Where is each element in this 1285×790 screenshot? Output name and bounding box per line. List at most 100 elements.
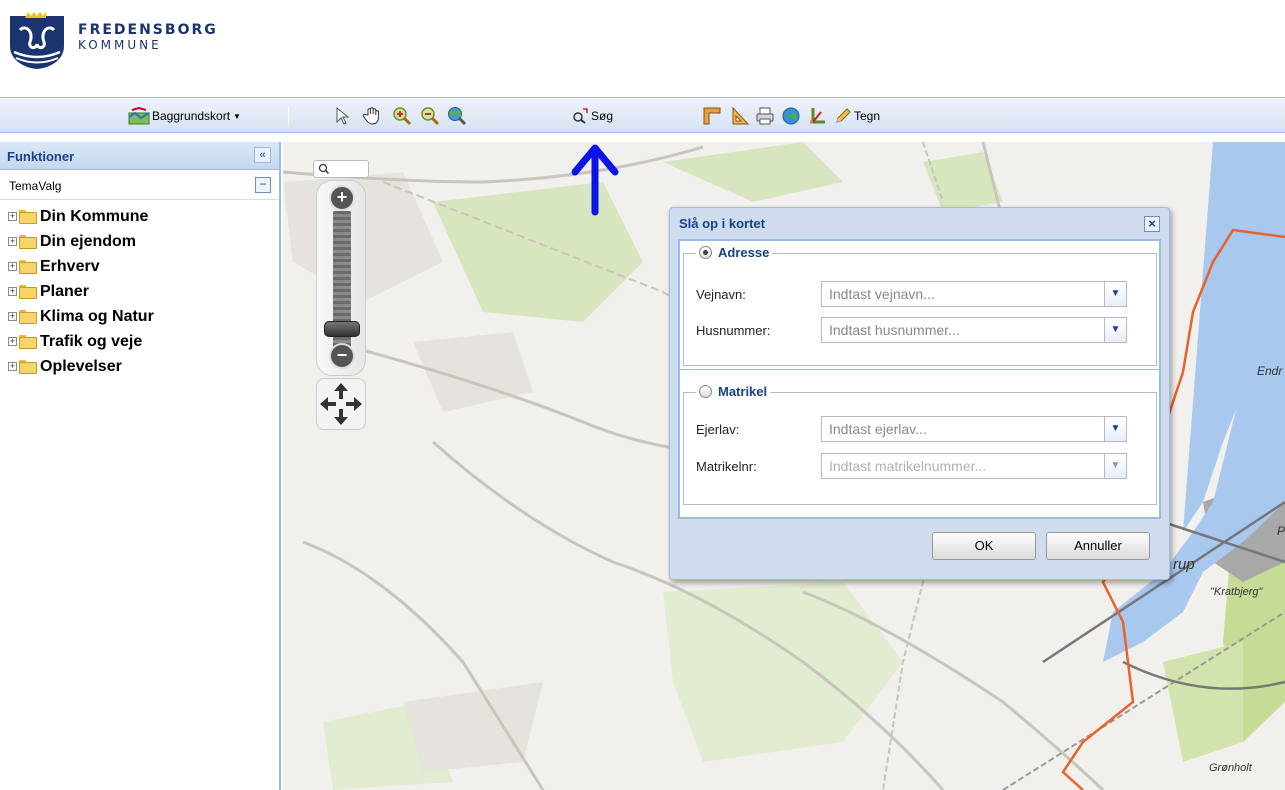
tree-item-label: Din Kommune (40, 207, 149, 225)
house-number-input[interactable]: Indtast husnummer... (822, 322, 1104, 338)
tree-item-din-ejendom[interactable]: + Din ejendom (8, 229, 279, 254)
map-label-kratbjerg: "Kratbjerg" (1210, 586, 1263, 598)
dialog-title: Slå op i kortet (679, 216, 765, 231)
dialog-body: Adresse Vejnavn: Indtast vejnavn... ▼ Hu… (678, 239, 1161, 519)
pan-control[interactable] (316, 378, 366, 430)
zoom-out-icon[interactable] (420, 106, 440, 126)
urban-area (413, 332, 533, 412)
collapse-panel-button[interactable]: « (254, 147, 271, 163)
address-radio[interactable] (699, 246, 712, 259)
expand-icon[interactable]: + (8, 287, 17, 296)
cadastre-legend[interactable]: Matrikel (696, 384, 771, 399)
tree-item-label: Klima og Natur (40, 307, 154, 325)
forest-area (663, 582, 903, 762)
chevron-down-icon[interactable]: ▼ (1104, 318, 1126, 342)
zoom-control: + − (313, 160, 369, 430)
zoom-thumb[interactable] (324, 321, 360, 337)
tree-item-label: Din ejendom (40, 232, 137, 250)
logo-line1: FREDENSBORG (78, 22, 218, 38)
forest-area (1163, 642, 1243, 762)
expand-icon[interactable]: + (8, 237, 17, 246)
folder-icon (19, 284, 37, 299)
map-label-gronholt: Grønholt (1209, 762, 1252, 774)
zoom-minus-button[interactable]: − (329, 343, 355, 369)
draw-button[interactable]: Tegn (834, 105, 880, 127)
house-number-label: Husnummer: (696, 322, 771, 338)
pan-hand-icon[interactable] (362, 106, 382, 126)
ok-button[interactable]: OK (932, 532, 1036, 560)
tree-item-label: Erhverv (40, 257, 100, 275)
search-button[interactable]: Søg (572, 105, 613, 127)
main-toolbar: Baggrundskort ▼ Søg Tegn (0, 97, 1285, 133)
tree-item-planer[interactable]: + Planer (8, 279, 279, 304)
forest-area (433, 182, 643, 322)
street-label: Vejnavn: (696, 286, 746, 302)
cadastre-fieldset: Matrikel Ejerlav: Indtast ejerlav... ▼ M… (683, 384, 1157, 505)
zoom-plus-button[interactable]: + (329, 185, 355, 211)
lookup-dialog: Slå op i kortet × Adresse Vejnavn: Indta… (669, 207, 1170, 580)
tree-item-label: Trafik og veje (40, 332, 143, 350)
address-legend-label: Adresse (718, 245, 770, 260)
tree-item-klima-og-natur[interactable]: + Klima og Natur (8, 304, 279, 329)
zoom-in-icon[interactable] (392, 106, 412, 126)
plot-label: Matrikelnr: (696, 458, 757, 474)
panel-title: Funktioner (7, 149, 75, 164)
street-input[interactable]: Indtast vejnavn... (822, 286, 1104, 302)
coordinates-icon[interactable] (807, 106, 827, 126)
owner-combobox[interactable]: Indtast ejerlav... ▼ (821, 416, 1127, 442)
zoom-extent-globe-icon[interactable] (447, 106, 467, 126)
chevron-down-icon[interactable]: ▼ (1104, 454, 1126, 478)
print-icon[interactable] (755, 106, 775, 126)
map-layers-icon (128, 107, 150, 125)
owner-row: Ejerlav: Indtast ejerlav... ▼ (696, 416, 1127, 442)
street-combobox[interactable]: Indtast vejnavn... ▼ (821, 281, 1127, 307)
zoom-search-box[interactable] (313, 160, 369, 178)
measure-area-icon[interactable] (730, 106, 750, 126)
expand-icon[interactable]: + (8, 362, 17, 371)
cancel-button[interactable]: Annuller (1046, 532, 1150, 560)
functions-panel: Funktioner « TemaValg − + Din Kommune + … (0, 142, 281, 790)
pencil-icon (836, 108, 851, 123)
logo-line2: KOMMUNE (78, 38, 162, 52)
address-legend[interactable]: Adresse (696, 245, 773, 260)
background-map-button[interactable]: Baggrundskort ▼ (128, 105, 241, 127)
forest-area (923, 152, 1003, 212)
zoom-slider: + − (316, 180, 366, 376)
tree-item-oplevelser[interactable]: + Oplevelser (8, 354, 279, 379)
expand-icon[interactable]: + (8, 337, 17, 346)
magnifier-icon (318, 163, 330, 175)
draw-label: Tegn (854, 109, 881, 123)
folder-icon (19, 259, 37, 274)
select-arrow-icon[interactable] (332, 106, 352, 126)
cadastre-radio[interactable] (699, 385, 712, 398)
address-fieldset: Adresse Vejnavn: Indtast vejnavn... ▼ Hu… (683, 245, 1157, 366)
cadastre-legend-label: Matrikel (718, 384, 768, 399)
section-divider (680, 369, 1159, 370)
plot-input[interactable]: Indtast matrikelnummer... (822, 458, 1104, 474)
theme-tree: + Din Kommune + Din ejendom + Erhverv + … (0, 200, 279, 379)
tema-section-header[interactable]: TemaValg − (0, 170, 279, 200)
plot-combobox[interactable]: Indtast matrikelnummer... ▼ (821, 453, 1127, 479)
map-label-rup: rup (1173, 556, 1195, 573)
house-number-row: Husnummer: Indtast husnummer... ▼ (696, 317, 1127, 343)
expand-icon[interactable]: + (8, 312, 17, 321)
tree-item-din-kommune[interactable]: + Din Kommune (8, 204, 279, 229)
toolbar-separator (288, 106, 289, 126)
owner-label: Ejerlav: (696, 421, 740, 437)
measure-distance-icon[interactable] (702, 106, 722, 126)
expand-icon[interactable]: + (8, 262, 17, 271)
chevron-down-icon[interactable]: ▼ (1104, 417, 1126, 441)
house-number-combobox[interactable]: Indtast husnummer... ▼ (821, 317, 1127, 343)
owner-input[interactable]: Indtast ejerlav... (822, 421, 1104, 437)
tema-collapse-button[interactable]: − (255, 177, 271, 193)
municipality-crest-icon (10, 12, 64, 69)
functions-panel-header: Funktioner « (0, 142, 279, 170)
tree-item-erhverv[interactable]: + Erhverv (8, 254, 279, 279)
expand-icon[interactable]: + (8, 212, 17, 221)
tree-item-trafik-og-veje[interactable]: + Trafik og veje (8, 329, 279, 354)
tree-item-label: Oplevelser (40, 357, 122, 375)
search-label: Søg (591, 109, 614, 123)
chevron-down-icon[interactable]: ▼ (1104, 282, 1126, 306)
close-button[interactable]: × (1144, 216, 1160, 232)
globe-icon[interactable] (781, 106, 801, 126)
